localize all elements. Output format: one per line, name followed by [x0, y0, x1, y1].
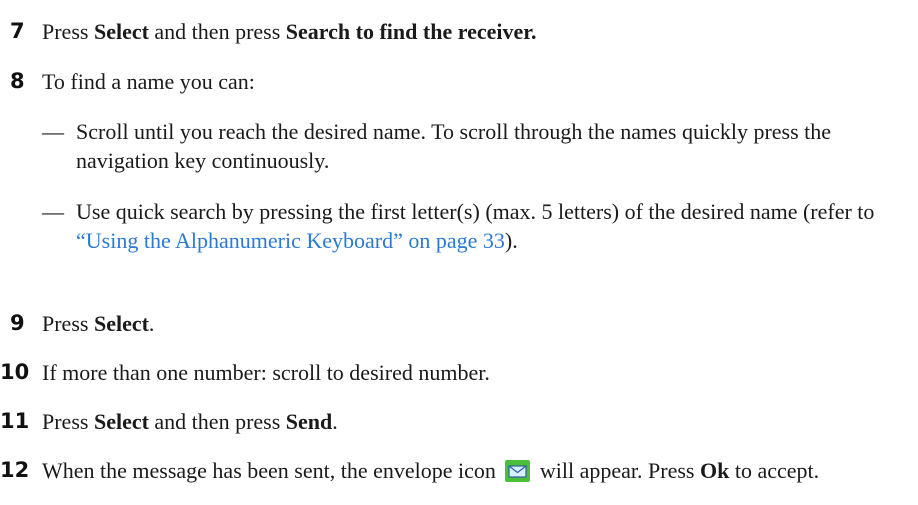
dash-bullet: — [42, 199, 64, 224]
step-number: 10 [0, 360, 30, 384]
step-text: Press Select. [42, 311, 155, 336]
dash-bullet: — [42, 119, 64, 144]
step-number: 11 [0, 409, 30, 433]
cross-reference-link[interactable]: “Using the Alphanumeric Keyboard” on pag… [76, 228, 505, 253]
step-text: To find a name you can: [42, 69, 255, 94]
select-key-label: Select [93, 311, 149, 336]
sub-item-text: Scroll until you reach the desired name.… [76, 119, 832, 173]
sub-item-text: Use quick search by pressing the first l… [76, 199, 875, 253]
step-text: Press Select and then press Search to fi… [42, 19, 537, 44]
search-key-label: Search [285, 19, 351, 44]
step-number: 12 [0, 458, 30, 482]
step-text: Press Select and then press Send. [42, 409, 338, 434]
envelope-icon [505, 460, 531, 482]
manual-page: 7 Press Select and then press Search to … [0, 0, 918, 505]
step-text: If more than one number: scroll to desir… [42, 360, 490, 385]
select-key-label: Select [93, 19, 149, 44]
step-text: When the message has been sent, the enve… [42, 458, 820, 483]
select-key-label: Select [93, 409, 149, 434]
send-key-label: Send [285, 409, 333, 434]
ok-key-label: Ok [699, 458, 730, 483]
